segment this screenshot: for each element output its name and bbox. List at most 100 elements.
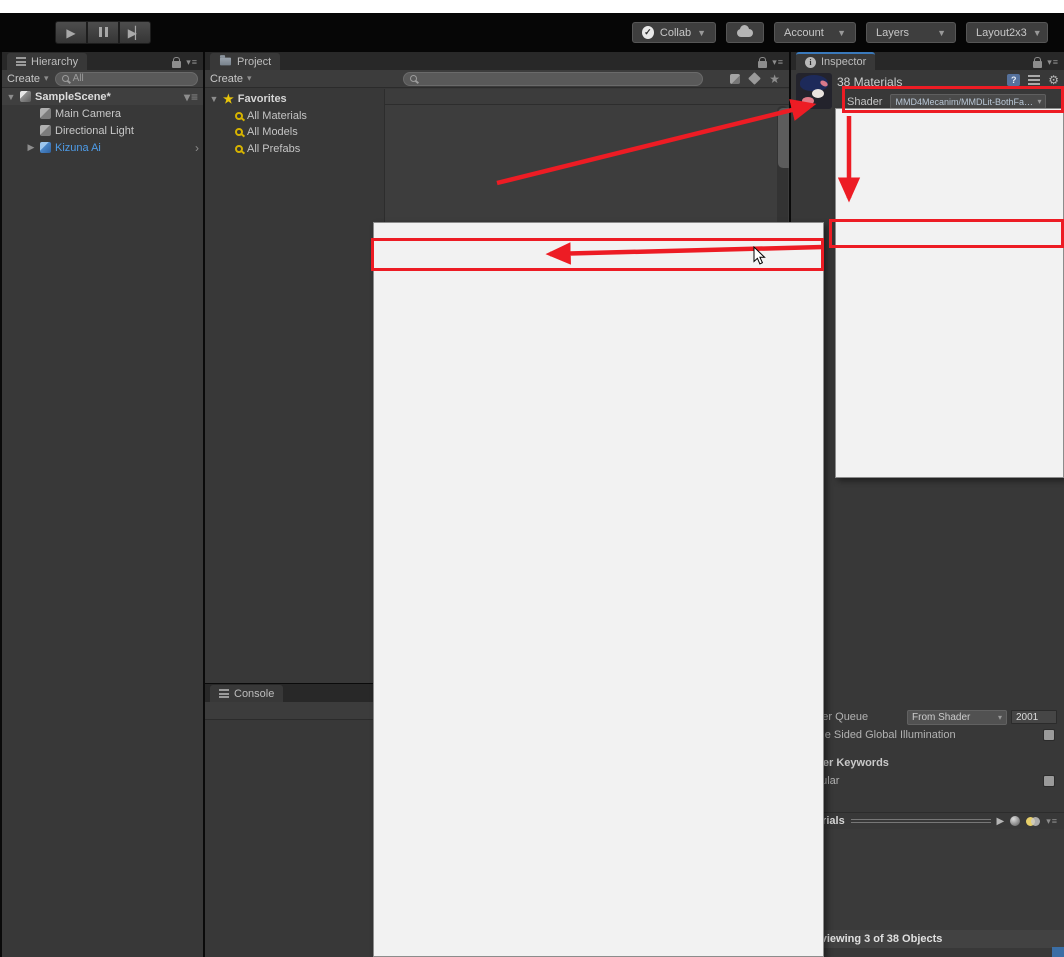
chevron-down-icon: ▾ <box>998 713 1002 722</box>
hierarchy-panel: Hierarchy ▾≡ Create ▾ All ▼ SampleScene*… <box>2 52 203 957</box>
shader-dropdown-menu <box>835 108 1064 478</box>
annotation-box-shader-field <box>842 86 1064 113</box>
layers-label: Layers <box>876 27 909 39</box>
collab-button[interactable]: ✓ Collab ▼ <box>632 22 716 43</box>
tab-label: Inspector <box>821 56 866 68</box>
scene-menu-icon[interactable]: ▾≡ <box>184 90 199 104</box>
layout-dropdown[interactable]: Layout2x3 ▼ <box>966 22 1048 43</box>
preview-sphere-icon[interactable] <box>1010 816 1020 826</box>
lock-icon[interactable] <box>1033 61 1042 68</box>
render-queue-value-field[interactable]: 2001 <box>1011 710 1057 724</box>
hierarchy-item[interactable]: Main Camera <box>2 105 203 122</box>
preview-header[interactable]: Materials ▶ ▾≡ <box>791 812 1064 829</box>
preview-splitter[interactable] <box>851 819 991 823</box>
project-create-button[interactable]: Create ▾ <box>210 73 253 85</box>
tab-hierarchy[interactable]: Hierarchy <box>7 53 87 70</box>
render-queue-value: 2001 <box>1016 712 1038 723</box>
gameobject-icon <box>40 125 51 136</box>
search-icon <box>410 75 417 82</box>
chevron-down-icon: ▼ <box>837 28 846 38</box>
render-queue-dropdown[interactable]: From Shader ▾ <box>907 710 1007 725</box>
folder-icon <box>220 58 231 66</box>
cloud-button[interactable] <box>726 22 764 43</box>
tab-label: Hierarchy <box>31 56 78 68</box>
lock-icon[interactable] <box>758 61 767 68</box>
tab-inspector[interactable]: i Inspector <box>796 52 875 70</box>
play-button[interactable]: ▶ <box>55 21 87 44</box>
tree-item-saved-search[interactable]: All Prefabs <box>205 141 384 158</box>
star-icon: ★ <box>223 94 234 104</box>
chevron-down-icon[interactable]: ▼ <box>6 92 16 102</box>
tree-label: All Prefabs <box>247 143 300 155</box>
keyword-checkbox[interactable] <box>1043 775 1055 787</box>
preview-play-icon[interactable]: ▶ <box>997 816 1005 827</box>
search-icon <box>235 112 243 120</box>
gear-icon[interactable]: ⚙ <box>1048 74 1059 86</box>
hierarchy-icon <box>16 57 26 66</box>
hierarchy-create-button[interactable]: Create ▾ <box>7 73 50 85</box>
search-by-label-icon[interactable] <box>748 72 761 85</box>
chevron-down-icon[interactable]: ▼ <box>209 94 219 104</box>
step-button[interactable]: ▶▏ <box>119 21 151 44</box>
search-icon <box>235 128 243 136</box>
scrollbar-thumb[interactable] <box>778 108 789 168</box>
panel-menu-icon[interactable]: ▾≡ <box>772 57 784 68</box>
project-search-input[interactable] <box>403 72 703 86</box>
tree-item-saved-search[interactable]: All Models <box>205 124 384 141</box>
account-dropdown[interactable]: Account ▼ <box>774 22 856 43</box>
hierarchy-item[interactable]: Directional Light <box>2 122 203 139</box>
scene-name: SampleScene* <box>35 91 111 103</box>
info-icon: i <box>805 57 816 68</box>
help-icon[interactable]: ? <box>1007 74 1020 86</box>
render-queue-row: Render Queue From Shader ▾ 2001 <box>791 708 1064 726</box>
panel-menu-icon[interactable]: ▾≡ <box>186 57 198 68</box>
tab-console[interactable]: Console <box>210 685 283 702</box>
pause-button[interactable] <box>87 21 119 44</box>
resize-corner <box>1052 947 1064 957</box>
unity-editor-window: ▶ ▶▏ ✓ Collab ▼ Account ▼ Layers ▼ Layou… <box>0 0 1064 957</box>
prefab-arrow-icon[interactable]: › <box>195 141 199 155</box>
layout-label: Layout2x3 <box>976 27 1027 39</box>
tree-label: All Materials <box>247 110 307 122</box>
inspector-tabbar: i Inspector ▾≡ <box>791 52 1064 70</box>
hierarchy-toolbar: Create ▾ All <box>2 70 203 88</box>
dsgi-checkbox[interactable] <box>1043 729 1055 741</box>
tree-label: Favorites <box>238 93 287 105</box>
presets-icon[interactable] <box>1028 75 1040 85</box>
tab-project[interactable]: Project <box>210 53 280 70</box>
mmd4mecanim-shader-submenu <box>373 222 824 957</box>
cloud-icon <box>737 29 753 37</box>
dsgi-row: Double Sided Global Illumination <box>791 726 1064 744</box>
tree-item-saved-search[interactable]: All Materials <box>205 108 384 125</box>
lock-icon[interactable] <box>172 61 181 68</box>
preview-caption: Previewing 3 of 38 Objects <box>791 930 1064 948</box>
tree-item-favorites[interactable]: ▼ ★ Favorites <box>205 91 384 108</box>
chevron-right-icon: ▶ <box>26 142 36 153</box>
console-icon <box>219 689 229 698</box>
search-by-type-icon[interactable] <box>730 74 740 84</box>
project-tree: ▼ ★ Favorites All Materials All Models All Pr… <box>205 89 385 683</box>
chevron-down-icon: ▾ <box>44 73 50 84</box>
panel-menu-icon[interactable]: ▾≡ <box>1047 57 1059 68</box>
gameobject-label: Directional Light <box>55 125 134 137</box>
scene-row[interactable]: ▼ SampleScene* ▾≡ <box>2 88 203 105</box>
layers-dropdown[interactable]: Layers ▼ <box>866 22 956 43</box>
saved-search-star-icon[interactable]: ★ <box>769 74 780 84</box>
hierarchy-item[interactable]: ▶Kizuna Ai› <box>2 139 203 156</box>
chevron-down-icon: ▼ <box>937 28 946 38</box>
preview-lighting-icon[interactable] <box>1026 817 1040 826</box>
playback-controls: ▶ ▶▏ <box>55 21 151 44</box>
collab-label: Collab <box>660 27 691 39</box>
hierarchy-search-input[interactable]: All <box>55 72 198 86</box>
gameobject-icon <box>40 108 51 119</box>
chevron-down-icon: ▾ <box>247 73 253 84</box>
keyword-row: Specular <box>791 772 1064 790</box>
hierarchy-tabbar: Hierarchy ▾≡ <box>2 52 203 70</box>
chevron-down-icon: ▼ <box>697 28 706 38</box>
dsgi-label: Double Sided Global Illumination <box>796 729 1039 741</box>
unity-scene-icon <box>20 91 31 102</box>
breadcrumb[interactable] <box>385 89 789 105</box>
toolbar-right-controls: ✓ Collab ▼ Account ▼ Layers ▼ Layout2x3 … <box>632 22 1048 43</box>
preview-menu-icon[interactable]: ▾≡ <box>1046 816 1058 827</box>
material-preview-thumbnail <box>796 73 832 109</box>
